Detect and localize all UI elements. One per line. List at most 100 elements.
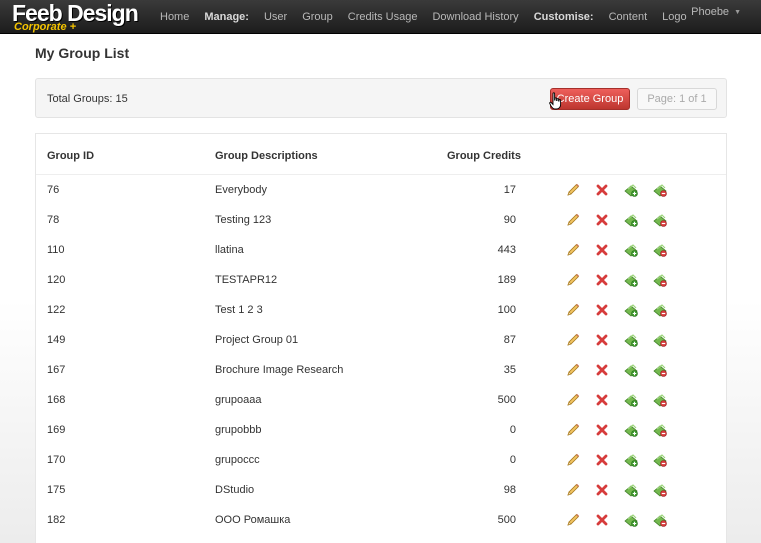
table-row: 120 TESTAPR12 189 <box>36 265 726 295</box>
pencil-icon[interactable] <box>565 392 581 408</box>
group-description-cell: grupoaaa <box>215 394 262 406</box>
add-credit-icon[interactable] <box>623 182 639 198</box>
pencil-icon[interactable] <box>565 362 581 378</box>
add-credit-icon[interactable] <box>623 422 639 438</box>
delete-x-icon[interactable] <box>594 302 610 318</box>
delete-x-icon[interactable] <box>594 272 610 288</box>
pencil-icon[interactable] <box>565 272 581 288</box>
remove-credit-icon[interactable] <box>652 362 668 378</box>
delete-x-icon[interactable] <box>594 242 610 258</box>
create-group-button[interactable]: Create Group <box>550 88 630 110</box>
pencil-icon[interactable] <box>565 482 581 498</box>
chevron-down-icon: ▼ <box>734 8 741 16</box>
delete-x-icon[interactable] <box>594 422 610 438</box>
brand-logo[interactable]: Feeb Design Corporate + <box>12 0 142 34</box>
group-id-cell: 175 <box>47 484 66 496</box>
delete-x-icon[interactable] <box>594 332 610 348</box>
pencil-icon[interactable] <box>565 242 581 258</box>
column-header-group-credits[interactable]: Group Credits <box>447 150 521 162</box>
column-header-group-id[interactable]: Group ID <box>47 150 94 162</box>
nav-credits-usage[interactable]: Credits Usage <box>348 11 418 23</box>
delete-x-icon[interactable] <box>594 512 610 528</box>
page-title: My Group List <box>35 45 130 61</box>
group-id-cell: 168 <box>47 394 66 406</box>
column-header-group-descriptions[interactable]: Group Descriptions <box>215 150 318 162</box>
group-description-cell: Everybody <box>215 184 267 196</box>
remove-credit-icon[interactable] <box>652 512 668 528</box>
group-id-cell: 78 <box>47 214 60 226</box>
pencil-icon[interactable] <box>565 422 581 438</box>
group-credits-cell: 0 <box>509 454 516 466</box>
nav-download-history[interactable]: Download History <box>432 11 518 23</box>
remove-credit-icon[interactable] <box>652 272 668 288</box>
group-id-cell: 76 <box>47 184 60 196</box>
delete-x-icon[interactable] <box>594 482 610 498</box>
nav-content[interactable]: Content <box>609 11 648 23</box>
delete-x-icon[interactable] <box>594 182 610 198</box>
table-row: 78 Testing 123 90 <box>36 205 726 235</box>
brand-subtitle: Corporate + <box>14 21 77 33</box>
total-groups-label: Total Groups: 15 <box>47 93 128 105</box>
table-row: 167 Brochure Image Research 35 <box>36 355 726 385</box>
group-credits-cell: 17 <box>503 184 516 196</box>
pencil-icon[interactable] <box>565 182 581 198</box>
add-credit-icon[interactable] <box>623 272 639 288</box>
remove-credit-icon[interactable] <box>652 452 668 468</box>
group-description-cell: grupobbb <box>215 424 262 436</box>
pencil-icon[interactable] <box>565 452 581 468</box>
remove-credit-icon[interactable] <box>652 392 668 408</box>
pencil-icon[interactable] <box>565 332 581 348</box>
nav-user[interactable]: User <box>264 11 287 23</box>
pencil-icon[interactable] <box>565 512 581 528</box>
delete-x-icon[interactable] <box>594 362 610 378</box>
nav-logo[interactable]: Logo <box>662 11 686 23</box>
table-row: 110 llatina 443 <box>36 235 726 265</box>
toolbar-well: Total Groups: 15 Create Group Page: 1 of… <box>35 78 727 118</box>
table-row: 149 Project Group 01 87 <box>36 325 726 355</box>
nav-customise-label: Customise: <box>533 11 594 23</box>
remove-credit-icon[interactable] <box>652 482 668 498</box>
remove-credit-icon[interactable] <box>652 332 668 348</box>
group-description-cell: Test 1 2 3 <box>215 304 263 316</box>
group-description-cell: ООО Ромашка <box>215 514 291 526</box>
group-description-cell: DStudio <box>215 484 255 496</box>
remove-credit-icon[interactable] <box>652 422 668 438</box>
add-credit-icon[interactable] <box>623 242 639 258</box>
group-id-cell: 167 <box>47 364 66 376</box>
group-description-cell: llatina <box>215 244 244 256</box>
table-row: 168 grupoaaa 500 <box>36 385 726 415</box>
group-credits-cell: 443 <box>497 244 516 256</box>
user-menu[interactable]: Phoebe ▼ <box>691 6 741 18</box>
nav-group[interactable]: Group <box>302 11 333 23</box>
main-nav: Home Manage: User Group Credits Usage Do… <box>160 0 702 34</box>
group-credits-cell: 35 <box>503 364 516 376</box>
top-navbar: Feeb Design Corporate + Home Manage: Use… <box>0 0 761 34</box>
add-credit-icon[interactable] <box>623 452 639 468</box>
remove-credit-icon[interactable] <box>652 242 668 258</box>
add-credit-icon[interactable] <box>623 302 639 318</box>
remove-credit-icon[interactable] <box>652 182 668 198</box>
add-credit-icon[interactable] <box>623 332 639 348</box>
remove-credit-icon[interactable] <box>652 212 668 228</box>
user-name: Phoebe <box>691 6 730 18</box>
group-description-cell: Brochure Image Research <box>215 364 344 376</box>
group-id-cell: 169 <box>47 424 66 436</box>
pencil-icon[interactable] <box>565 302 581 318</box>
pencil-icon[interactable] <box>565 212 581 228</box>
delete-x-icon[interactable] <box>594 392 610 408</box>
group-credits-cell: 98 <box>503 484 516 496</box>
add-credit-icon[interactable] <box>623 392 639 408</box>
group-description-cell: Project Group 01 <box>215 334 299 346</box>
add-credit-icon[interactable] <box>623 362 639 378</box>
table-row: 182 ООО Ромашка 500 <box>36 505 726 535</box>
delete-x-icon[interactable] <box>594 212 610 228</box>
delete-x-icon[interactable] <box>594 452 610 468</box>
add-credit-icon[interactable] <box>623 212 639 228</box>
remove-credit-icon[interactable] <box>652 302 668 318</box>
add-credit-icon[interactable] <box>623 512 639 528</box>
nav-home[interactable]: Home <box>160 11 189 23</box>
group-id-cell: 120 <box>47 274 66 286</box>
add-credit-icon[interactable] <box>623 482 639 498</box>
table-row: 169 grupobbb 0 <box>36 415 726 445</box>
group-id-cell: 170 <box>47 454 66 466</box>
